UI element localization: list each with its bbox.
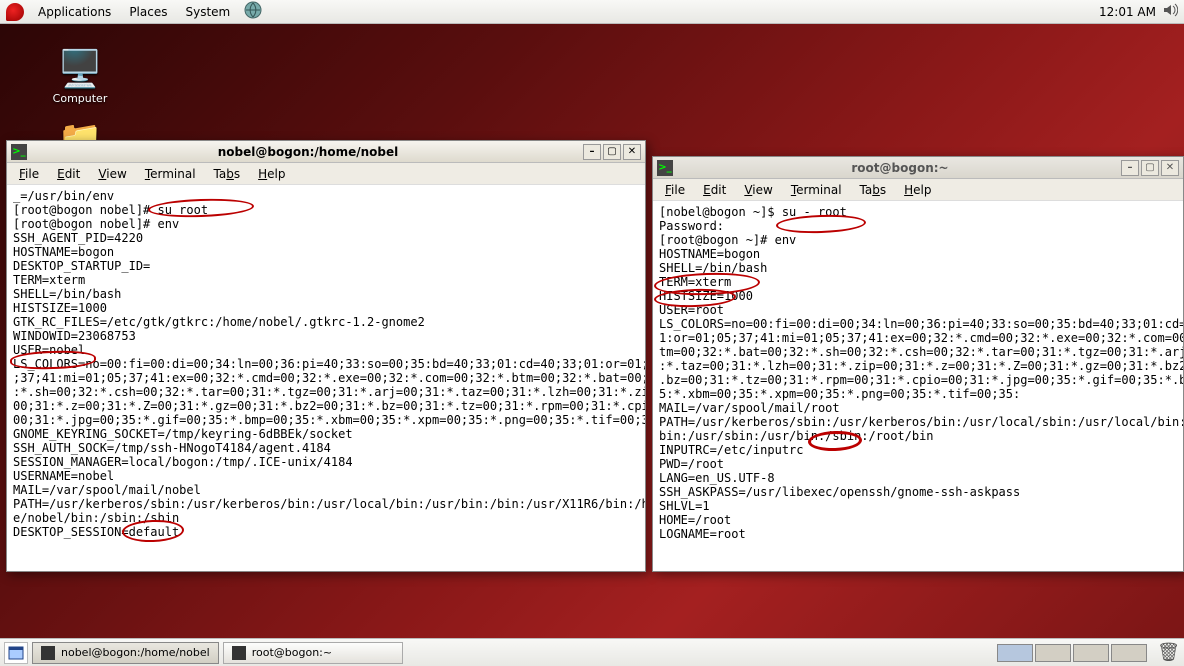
trash-icon[interactable]: 🗑 (1157, 642, 1180, 663)
task-button-terminal-left[interactable]: nobel@bogon:/home/nobel (32, 642, 219, 664)
terminal-icon (41, 646, 55, 660)
browser-launcher-icon[interactable] (240, 0, 266, 24)
menu-terminal[interactable]: Terminal (137, 165, 204, 183)
menubar-right: File Edit View Terminal Tabs Help (653, 179, 1183, 201)
terminal-icon (232, 646, 246, 660)
minimize-button[interactable]: – (583, 144, 601, 160)
menu-places[interactable]: Places (121, 2, 175, 22)
terminal-icon: >_ (11, 144, 27, 160)
minimize-button[interactable]: – (1121, 160, 1139, 176)
workspace-1[interactable] (997, 644, 1033, 662)
titlebar-right[interactable]: >_ root@bogon:~ – ▢ ✕ (653, 157, 1183, 179)
close-button[interactable]: ✕ (1161, 160, 1179, 176)
maximize-button[interactable]: ▢ (1141, 160, 1159, 176)
menu-tabs[interactable]: Tabs (206, 165, 249, 183)
computer-icon: 🖥️ (40, 48, 120, 90)
menu-edit[interactable]: Edit (695, 181, 734, 199)
redhat-logo-icon (6, 3, 24, 21)
titlebar-left[interactable]: >_ nobel@bogon:/home/nobel – ▢ ✕ (7, 141, 645, 163)
terminal-window-right: >_ root@bogon:~ – ▢ ✕ File Edit View Ter… (652, 156, 1184, 572)
task-button-terminal-right[interactable]: root@bogon:~ (223, 642, 403, 664)
terminal-output-left[interactable]: _=/usr/bin/env [root@bogon nobel]# su ro… (7, 185, 645, 571)
workspace-2[interactable] (1035, 644, 1071, 662)
workspace-pager[interactable] (997, 644, 1147, 662)
terminal-window-left: >_ nobel@bogon:/home/nobel – ▢ ✕ File Ed… (6, 140, 646, 572)
close-button[interactable]: ✕ (623, 144, 641, 160)
workspace-3[interactable] (1073, 644, 1109, 662)
menu-help[interactable]: Help (250, 165, 293, 183)
desktop-icon-computer[interactable]: 🖥️ Computer (40, 48, 120, 105)
workspace-4[interactable] (1111, 644, 1147, 662)
task-button-label: root@bogon:~ (252, 646, 332, 659)
terminal-icon: >_ (657, 160, 673, 176)
bottom-panel: nobel@bogon:/home/nobel root@bogon:~ 🗑 (0, 638, 1184, 666)
menu-file[interactable]: File (657, 181, 693, 199)
menubar-left: File Edit View Terminal Tabs Help (7, 163, 645, 185)
menu-tabs[interactable]: Tabs (852, 181, 895, 199)
terminal-output-right[interactable]: [nobel@bogon ~]$ su - root Password: [ro… (653, 201, 1183, 571)
show-desktop-button[interactable] (4, 642, 28, 664)
desktop-icon-label: Computer (53, 92, 108, 105)
menu-view[interactable]: View (736, 181, 780, 199)
menu-file[interactable]: File (11, 165, 47, 183)
maximize-button[interactable]: ▢ (603, 144, 621, 160)
menu-edit[interactable]: Edit (49, 165, 88, 183)
menu-help[interactable]: Help (896, 181, 939, 199)
menu-system[interactable]: System (177, 2, 238, 22)
menu-terminal[interactable]: Terminal (783, 181, 850, 199)
task-button-label: nobel@bogon:/home/nobel (61, 646, 210, 659)
menu-applications[interactable]: Applications (30, 2, 119, 22)
window-title: root@bogon:~ (679, 161, 1121, 175)
window-title: nobel@bogon:/home/nobel (33, 145, 583, 159)
clock[interactable]: 12:01 AM (1099, 5, 1156, 19)
top-panel: Applications Places System 12:01 AM (0, 0, 1184, 24)
menu-view[interactable]: View (90, 165, 134, 183)
volume-icon[interactable] (1162, 2, 1178, 21)
